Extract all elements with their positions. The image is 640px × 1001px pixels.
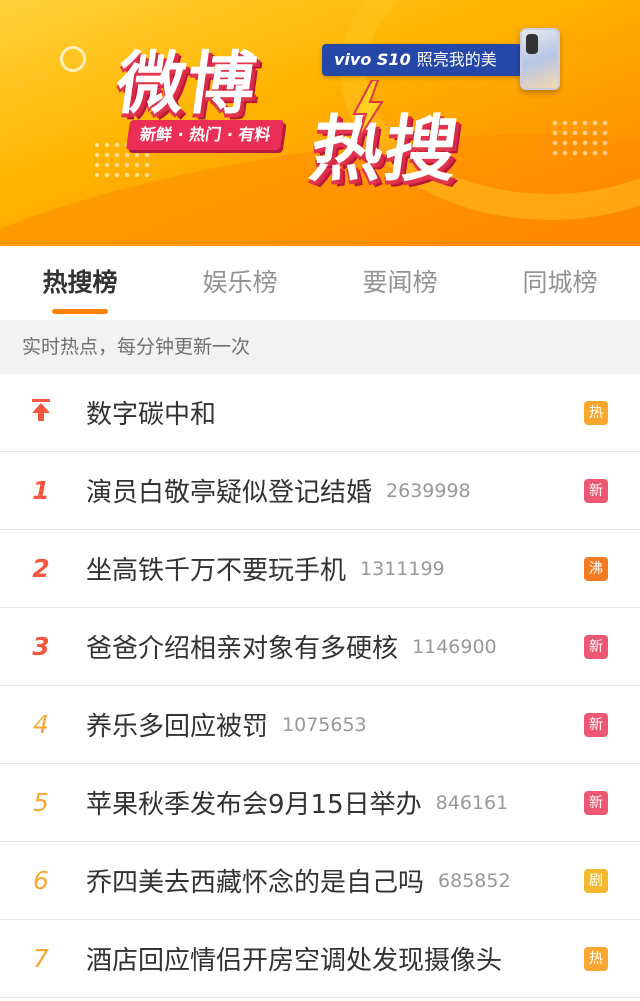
item-title: 演员白敬亭疑似登记结婚 <box>86 478 373 508</box>
drama-badge: 剧 <box>584 868 608 893</box>
tab-hot-search[interactable]: 热搜榜 <box>0 246 160 320</box>
circle-icon <box>60 46 86 72</box>
rank-number: 2 <box>32 554 50 583</box>
rank-cell <box>0 398 86 428</box>
tab-entertainment[interactable]: 娱乐榜 <box>160 246 320 320</box>
item-title: 爸爸介绍相亲对象有多硬核 <box>86 634 399 664</box>
item-title: 苹果秋季发布会9月15日举办 <box>86 790 422 820</box>
item-title: 数字碳中和 <box>86 400 217 430</box>
rank-number: 4 <box>33 710 49 739</box>
item-count: 846161 <box>435 791 509 814</box>
item-count: 685852 <box>438 869 511 892</box>
rank-number: 6 <box>33 866 49 895</box>
new-badge: 新 <box>584 478 608 503</box>
list-item[interactable]: 2 坐高铁千万不要玩手机 1311199 沸 <box>0 530 640 608</box>
banner-slogan: 新鲜 · 热门 · 有料 <box>125 120 285 150</box>
rank-number: 3 <box>32 632 50 661</box>
item-title: 乔四美去西藏怀念的是自己吗 <box>86 868 425 898</box>
tab-local[interactable]: 同城榜 <box>480 246 640 320</box>
rank-number: 5 <box>33 788 49 817</box>
hot-search-list: 数字碳中和 热 1 演员白敬亭疑似登记结婚 2639998 新 2 坐高铁千万不… <box>0 374 640 998</box>
weibo-logo-text: 微博 <box>111 45 263 124</box>
list-item[interactable]: 1 演员白敬亭疑似登记结婚 2639998 新 <box>0 452 640 530</box>
dots-decoration <box>550 118 610 158</box>
new-badge: 新 <box>584 790 608 815</box>
ad-brand: vivo S10 <box>334 50 411 69</box>
rank-number: 1 <box>32 476 50 505</box>
lightning-icon <box>352 80 384 140</box>
list-item[interactable]: 3 爸爸介绍相亲对象有多硬核 1146900 新 <box>0 608 640 686</box>
ad-tagline: 照亮我的美 <box>416 50 497 69</box>
ad-badge[interactable]: vivo S10 照亮我的美 <box>322 44 522 76</box>
phone-image <box>520 28 560 90</box>
item-title: 坐高铁千万不要玩手机 <box>86 556 347 586</box>
realtime-subheading: 实时热点，每分钟更新一次 <box>0 320 640 374</box>
list-item[interactable]: 7 酒店回应情侣开房空调处发现摄像头 热 <box>0 920 640 998</box>
pin-top-icon <box>32 398 50 421</box>
new-badge: 新 <box>584 634 608 659</box>
rank-number: 7 <box>33 944 49 973</box>
camera-icon <box>526 34 538 54</box>
boiling-badge: 沸 <box>584 556 608 581</box>
item-count: 1311199 <box>360 557 445 580</box>
item-count: 2639998 <box>386 479 471 502</box>
hot-badge: 热 <box>584 946 608 971</box>
item-title: 养乐多回应被罚 <box>86 712 269 742</box>
list-item[interactable]: 4 养乐多回应被罚 1075653 新 <box>0 686 640 764</box>
item-count: 1146900 <box>412 635 497 658</box>
item-count: 1075653 <box>282 713 367 736</box>
hot-search-banner[interactable]: 微博 热搜 新鲜 · 热门 · 有料 vivo S10 照亮我的美 <box>0 0 640 246</box>
list-item[interactable]: 5 苹果秋季发布会9月15日举办 846161 新 <box>0 764 640 842</box>
item-title: 酒店回应情侣开房空调处发现摄像头 <box>86 946 503 976</box>
hot-badge: 热 <box>584 400 608 425</box>
new-badge: 新 <box>584 712 608 737</box>
list-item[interactable]: 数字碳中和 热 <box>0 374 640 452</box>
ranking-tabs: 热搜榜 娱乐榜 要闻榜 同城榜 <box>0 246 640 320</box>
list-item[interactable]: 6 乔四美去西藏怀念的是自己吗 685852 剧 <box>0 842 640 920</box>
tab-news[interactable]: 要闻榜 <box>320 246 480 320</box>
